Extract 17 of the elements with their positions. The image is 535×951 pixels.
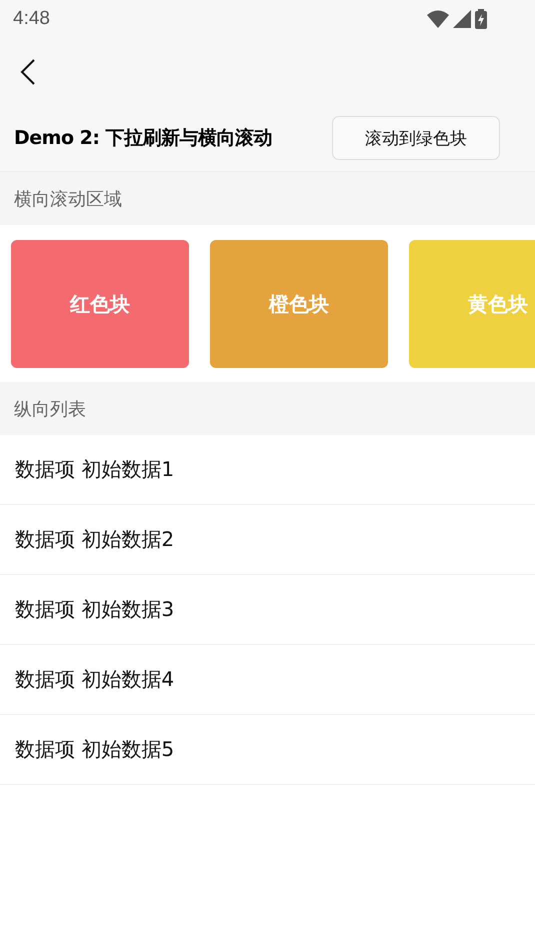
list-item: 数据项 初始数据1 xyxy=(15,456,174,483)
scroll-button[interactable]: 滚动到绿色块 xyxy=(332,116,500,160)
signal-icon xyxy=(453,10,471,28)
list-item: 数据项 初始数据2 xyxy=(15,526,174,553)
back-icon[interactable] xyxy=(20,58,36,86)
section-title: 纵向列表 xyxy=(14,398,86,420)
list-item: 数据项 初始数据3 xyxy=(15,596,174,623)
section-title: 横向滚动区域 xyxy=(14,188,122,210)
battery-icon xyxy=(475,9,487,29)
wifi-icon xyxy=(427,10,449,28)
list-item: 数据项 初始数据5 xyxy=(15,736,174,763)
color-block: 黄色块 xyxy=(409,240,535,368)
color-block: 红色块 xyxy=(11,240,189,368)
list-item: 数据项 初始数据4 xyxy=(15,666,174,693)
page-title: Demo 2: 下拉刷新与横向滚动 xyxy=(14,126,272,151)
status-time: 4:48 xyxy=(13,8,50,30)
color-block: 橙色块 xyxy=(210,240,388,368)
